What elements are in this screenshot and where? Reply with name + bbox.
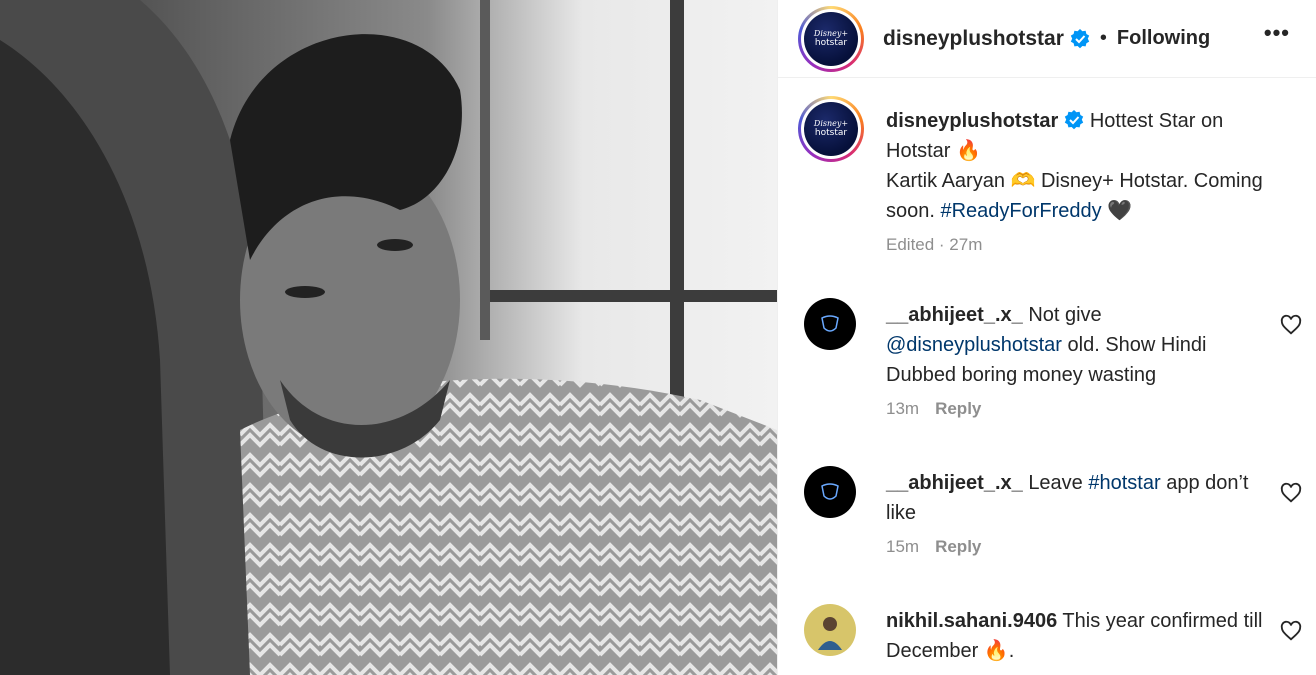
comment-mention[interactable]: @disneyplushotstar [886, 334, 1062, 356]
person-avatar-icon [818, 617, 842, 650]
comment-avatar[interactable] [804, 298, 856, 350]
reply-button[interactable]: Reply [935, 399, 981, 418]
comment-time: 13m [886, 399, 920, 418]
comment-text: nikhil.sahani.9406 This year confirmed t… [886, 606, 1266, 666]
caption-username[interactable]: disneyplushotstar [886, 110, 1058, 132]
caption-emoji: 🖤 [1101, 200, 1133, 222]
caption-meta: Edited · 27m [886, 235, 983, 254]
comment-username[interactable]: __abhijeet_.x_ [886, 472, 1023, 494]
comment-avatar[interactable] [804, 604, 856, 656]
post-side-panel: Disney+ hotstar disneyplushotstar • Foll… [777, 0, 1316, 675]
caption-avatar[interactable]: Disney+ hotstar [798, 96, 864, 162]
mask-avatar-icon [821, 483, 839, 500]
comment-meta: 13m Reply [886, 398, 1266, 420]
verified-badge-icon [1070, 28, 1090, 48]
comment-username[interactable]: nikhil.sahani.9406 [886, 610, 1057, 632]
like-comment-icon[interactable] [1280, 620, 1302, 642]
comment-meta: 15m Reply [886, 536, 1266, 558]
comment-body: Not give [1028, 304, 1102, 326]
header-username[interactable]: disneyplushotstar [883, 27, 1064, 51]
profile-avatar[interactable]: Disney+ hotstar [798, 5, 864, 72]
hotstar-logo-icon: Disney+ hotstar [804, 102, 858, 156]
header-separator: • [1099, 27, 1107, 49]
like-comment-icon[interactable] [1280, 482, 1302, 504]
verified-badge-icon [1065, 110, 1084, 130]
more-options-icon[interactable]: ••• [1264, 20, 1290, 46]
following-button[interactable]: Following [1117, 27, 1210, 50]
comment-time: 15m [886, 537, 920, 556]
comment-text: __abhijeet_.x_ Not give @disneyplushotst… [886, 300, 1266, 420]
comment-username[interactable]: __abhijeet_.x_ [886, 304, 1023, 326]
like-comment-icon[interactable] [1280, 314, 1302, 336]
mask-avatar-icon [821, 315, 839, 332]
comment-hashtag[interactable]: #hotstar [1088, 472, 1160, 494]
reply-button[interactable]: Reply [935, 537, 981, 556]
post-header: Disney+ hotstar disneyplushotstar • Foll… [778, 0, 1316, 78]
portrait-image [0, 0, 777, 675]
comment-avatar[interactable] [804, 466, 856, 518]
hotstar-logo-icon: Disney+ hotstar [804, 11, 858, 66]
post-photo[interactable] [0, 0, 777, 675]
caption-text: disneyplushotstar Hottest Star on Hotsta… [886, 106, 1286, 256]
comment-body: Leave [1028, 472, 1089, 494]
caption-hashtag[interactable]: #ReadyForFreddy [940, 200, 1101, 222]
comment-text: __abhijeet_.x_ Leave #hotstar app don’t … [886, 468, 1266, 558]
